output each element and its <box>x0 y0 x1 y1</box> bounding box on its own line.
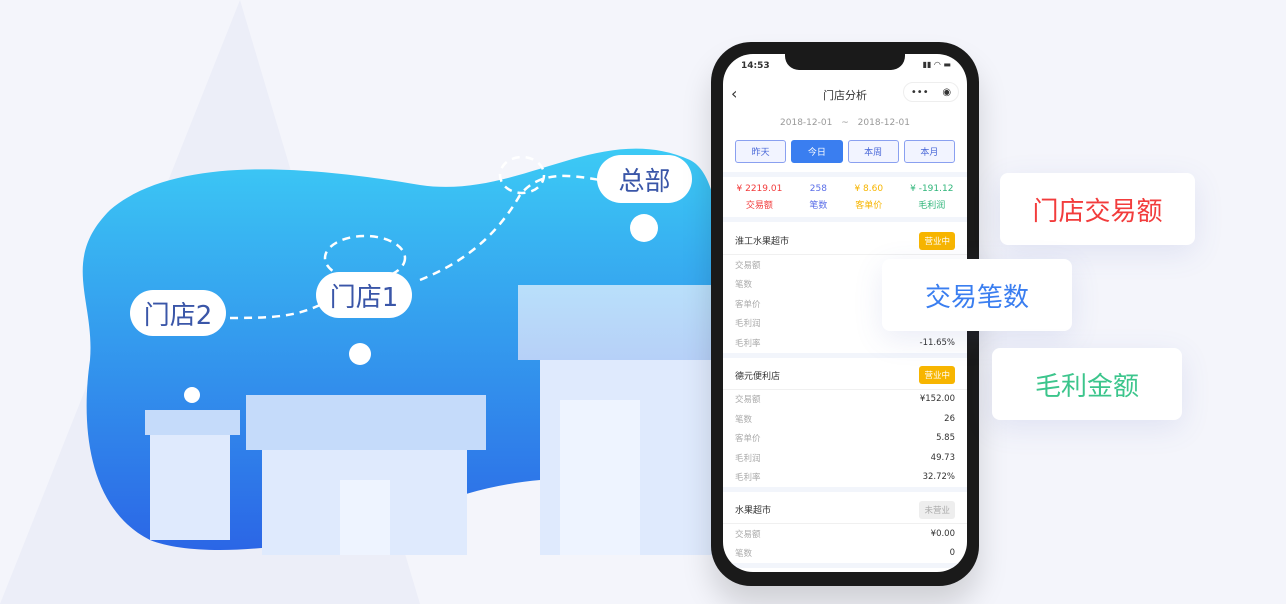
store-1 <box>246 395 486 555</box>
stat-value: ¥ -191.12 <box>910 183 954 194</box>
tab-yesterday[interactable]: 昨天 <box>735 140 787 163</box>
store-status-badge: 营业中 <box>919 366 955 384</box>
date-range[interactable]: 2018-12-01 ~ 2018-12-01 <box>723 118 967 128</box>
store-status-badge: 未营业 <box>919 500 955 519</box>
status-time: 14:53 <box>741 61 770 71</box>
close-circle-icon[interactable]: ◉ <box>942 87 951 98</box>
store-card[interactable]: 德元便利店 营业中交易额 ¥152.00 笔数 26 客单价 5.85 毛利润 49.73 毛利率… <box>723 362 967 492</box>
metric-value: -11.65% <box>919 337 955 348</box>
date-separator: ~ <box>841 118 849 128</box>
metric-row: 交易额 ¥0.00 <box>723 524 967 544</box>
metric-label: 交易额 <box>735 395 761 406</box>
store-status-badge: 营业中 <box>919 231 955 250</box>
store-name: 淮工水果超市 <box>735 237 790 247</box>
metric-label: 客单价 <box>735 434 761 445</box>
phone-notch <box>785 54 905 70</box>
tab-this-week[interactable]: 本周 <box>847 140 899 163</box>
metric-label: 毛利润 <box>735 453 761 464</box>
stat-value: ¥ 2219.01 <box>736 183 783 194</box>
more-icon[interactable]: ••• <box>911 87 929 98</box>
date-end: 2018-12-01 <box>857 118 910 128</box>
stat-value: 258 <box>809 183 827 194</box>
store-header: 水果超市 未营业 <box>723 496 967 524</box>
stat-value: ¥ 8.60 <box>854 183 884 194</box>
feature-card-gross-profit: 毛利金额 <box>992 348 1182 420</box>
metric-label: 客单价 <box>735 299 761 310</box>
tab-today[interactable]: 今日 <box>791 140 843 163</box>
metric-value: 26 <box>944 413 955 424</box>
metric-value: ¥0.00 <box>930 528 955 539</box>
store-name: 德元便利店 <box>735 371 781 382</box>
stat-label: 客单价 <box>855 200 883 211</box>
store2-label: 门店2 <box>130 290 226 336</box>
period-tabs: 昨天 今日 本周 本月 <box>723 140 967 163</box>
tab-this-month[interactable]: 本月 <box>903 140 955 163</box>
stat-sales: ¥ 2219.01 交易额 <box>737 184 783 211</box>
store-hq <box>518 285 720 555</box>
metric-row: 笔数 26 <box>723 409 967 429</box>
metric-value: 0 <box>949 548 955 559</box>
store1-label: 门店1 <box>316 272 412 318</box>
metric-value: 5.85 <box>936 433 955 444</box>
stat-label: 毛利润 <box>918 200 946 211</box>
metric-label: 毛利率 <box>735 338 761 349</box>
metric-label: 笔数 <box>735 414 753 425</box>
metric-label: 毛利率 <box>735 473 761 484</box>
feature-card-transactions: 交易笔数 <box>882 259 1072 331</box>
stat-avg-order: ¥ 8.60 客单价 <box>854 184 883 211</box>
metric-row: 交易额 ¥152.00 <box>723 390 967 410</box>
store-header: 淮工水果超市 营业中 <box>723 227 967 255</box>
metric-row: 客单价 5.85 <box>723 429 967 449</box>
date-start: 2018-12-01 <box>780 118 833 128</box>
stat-gross-profit: ¥ -191.12 毛利润 <box>910 184 953 211</box>
metric-label: 笔数 <box>735 280 753 291</box>
metric-row: 笔数 0 <box>723 544 967 564</box>
stat-count: 258 笔数 <box>809 184 827 211</box>
store-name: 水果超市 <box>735 506 772 516</box>
metric-label: 交易额 <box>735 529 761 540</box>
status-icons: ▮▮ ◠ ▬ <box>922 60 951 69</box>
metric-label: 毛利润 <box>735 319 761 330</box>
metric-row: 毛利润 49.73 <box>723 448 967 468</box>
metric-row: 毛利率 -11.65% <box>723 333 967 353</box>
feature-card-store-sales: 门店交易额 <box>1000 173 1195 245</box>
store-header: 德元便利店 营业中 <box>723 362 967 390</box>
metric-value: 49.73 <box>930 452 955 463</box>
metric-value: 32.72% <box>922 472 955 483</box>
store-card[interactable]: 水果超市 未营业交易额 ¥0.00 笔数 0 <box>723 496 967 568</box>
stat-label: 交易额 <box>745 200 773 211</box>
metric-label: 笔数 <box>735 549 753 560</box>
store-2 <box>145 410 240 540</box>
stat-label: 笔数 <box>809 200 828 211</box>
metric-value: ¥152.00 <box>919 394 955 405</box>
metric-row: 毛利率 32.72% <box>723 468 967 488</box>
hq-label: 总部 <box>597 155 692 203</box>
summary-stats: ¥ 2219.01 交易额 258 笔数 ¥ 8.60 客单价 ¥ -191.12 毛利… <box>723 172 967 222</box>
metric-label: 交易额 <box>735 260 761 271</box>
capsule-menu: ••• ◉ <box>903 82 959 102</box>
